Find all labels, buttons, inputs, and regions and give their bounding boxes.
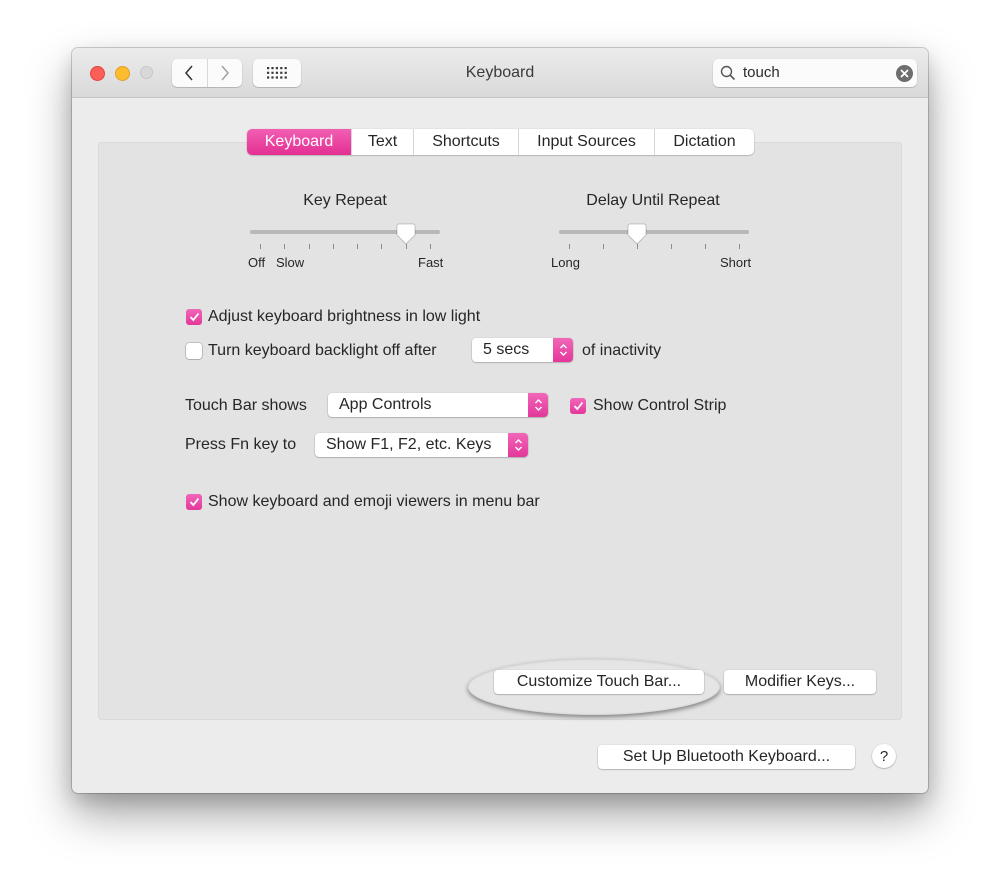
key-repeat-tick <box>260 244 261 249</box>
clear-search-button[interactable] <box>896 65 913 82</box>
delay-until-repeat-title: Delay Until Repeat <box>586 192 720 209</box>
adjust-brightness-checkbox[interactable] <box>186 309 202 325</box>
tab-shortcuts[interactable]: Shortcuts <box>413 129 518 155</box>
delay-short-label: Short <box>720 255 752 270</box>
show-control-strip-checkbox[interactable] <box>570 398 586 414</box>
delay-until-repeat-tick <box>705 244 706 249</box>
delay-long-label: Long <box>551 255 580 270</box>
delay-until-repeat-thumb[interactable] <box>627 223 647 245</box>
key-repeat-off-label: Off <box>248 255 266 270</box>
checkmark-icon <box>189 312 199 322</box>
popup-arrows-icon <box>553 338 573 362</box>
backlight-off-label: Turn keyboard backlight off after <box>208 342 437 359</box>
press-fn-popup[interactable]: Show F1, F2, etc. Keys <box>315 433 528 457</box>
title-bar: Keyboard touch <box>72 48 928 98</box>
set-up-bluetooth-keyboard-button[interactable]: Set Up Bluetooth Keyboard... <box>598 745 855 769</box>
search-field[interactable]: touch <box>713 59 917 87</box>
key-repeat-thumb[interactable] <box>396 223 416 245</box>
tab-input-sources[interactable]: Input Sources <box>518 129 654 155</box>
keyboard-preferences-window: Keyboard touch Keyboard Text Shortcuts I… <box>72 48 928 793</box>
show-viewers-checkbox[interactable] <box>186 494 202 510</box>
key-repeat-tick <box>430 244 431 249</box>
touch-bar-shows-label: Touch Bar shows <box>185 397 307 414</box>
of-inactivity-label: of inactivity <box>582 342 662 359</box>
key-repeat-tick <box>381 244 383 249</box>
key-repeat-title: Key Repeat <box>303 192 387 209</box>
checkmark-icon <box>189 497 199 507</box>
delay-until-repeat-tick <box>603 244 604 249</box>
help-button[interactable]: ? <box>872 744 896 768</box>
clear-icon <box>900 69 909 78</box>
tab-bar: Keyboard Text Shortcuts Input Sources Di… <box>247 129 754 155</box>
delay-until-repeat-tick <box>671 244 672 249</box>
tab-text[interactable]: Text <box>351 129 413 155</box>
key-repeat-tick <box>284 244 286 249</box>
adjust-brightness-label: Adjust keyboard brightness in low light <box>208 308 481 325</box>
checkmark-icon <box>573 401 583 411</box>
delay-until-repeat-tick <box>739 244 740 249</box>
popup-arrows-icon <box>528 393 548 417</box>
tab-dictation[interactable]: Dictation <box>654 129 754 155</box>
backlight-timeout-value: 5 secs <box>483 341 530 358</box>
magnifier-icon <box>720 65 736 81</box>
customize-touch-bar-button[interactable]: Customize Touch Bar... <box>494 670 704 694</box>
tab-keyboard[interactable]: Keyboard <box>247 129 351 155</box>
delay-until-repeat-tick <box>569 244 570 249</box>
modifier-keys-button[interactable]: Modifier Keys... <box>724 670 876 694</box>
press-fn-label: Press Fn key to <box>185 436 297 453</box>
show-viewers-label: Show keyboard and emoji viewers in menu … <box>208 493 540 510</box>
touch-bar-shows-popup[interactable]: App Controls <box>328 393 548 417</box>
key-repeat-tick <box>332 244 334 249</box>
search-input[interactable]: touch <box>743 64 780 81</box>
backlight-off-checkbox[interactable] <box>186 343 202 359</box>
key-repeat-tick <box>357 244 359 249</box>
show-control-strip-label: Show Control Strip <box>593 397 727 414</box>
settings-panel <box>98 142 902 720</box>
press-fn-value: Show F1, F2, etc. Keys <box>326 436 492 453</box>
key-repeat-slow-label: Slow <box>276 255 305 270</box>
key-repeat-fast-label: Fast <box>418 255 444 270</box>
key-repeat-tick <box>308 244 310 249</box>
touch-bar-shows-value: App Controls <box>339 396 432 413</box>
popup-arrows-icon <box>508 433 528 457</box>
delay-until-repeat-track[interactable] <box>559 230 749 234</box>
backlight-timeout-popup[interactable]: 5 secs <box>472 338 573 362</box>
